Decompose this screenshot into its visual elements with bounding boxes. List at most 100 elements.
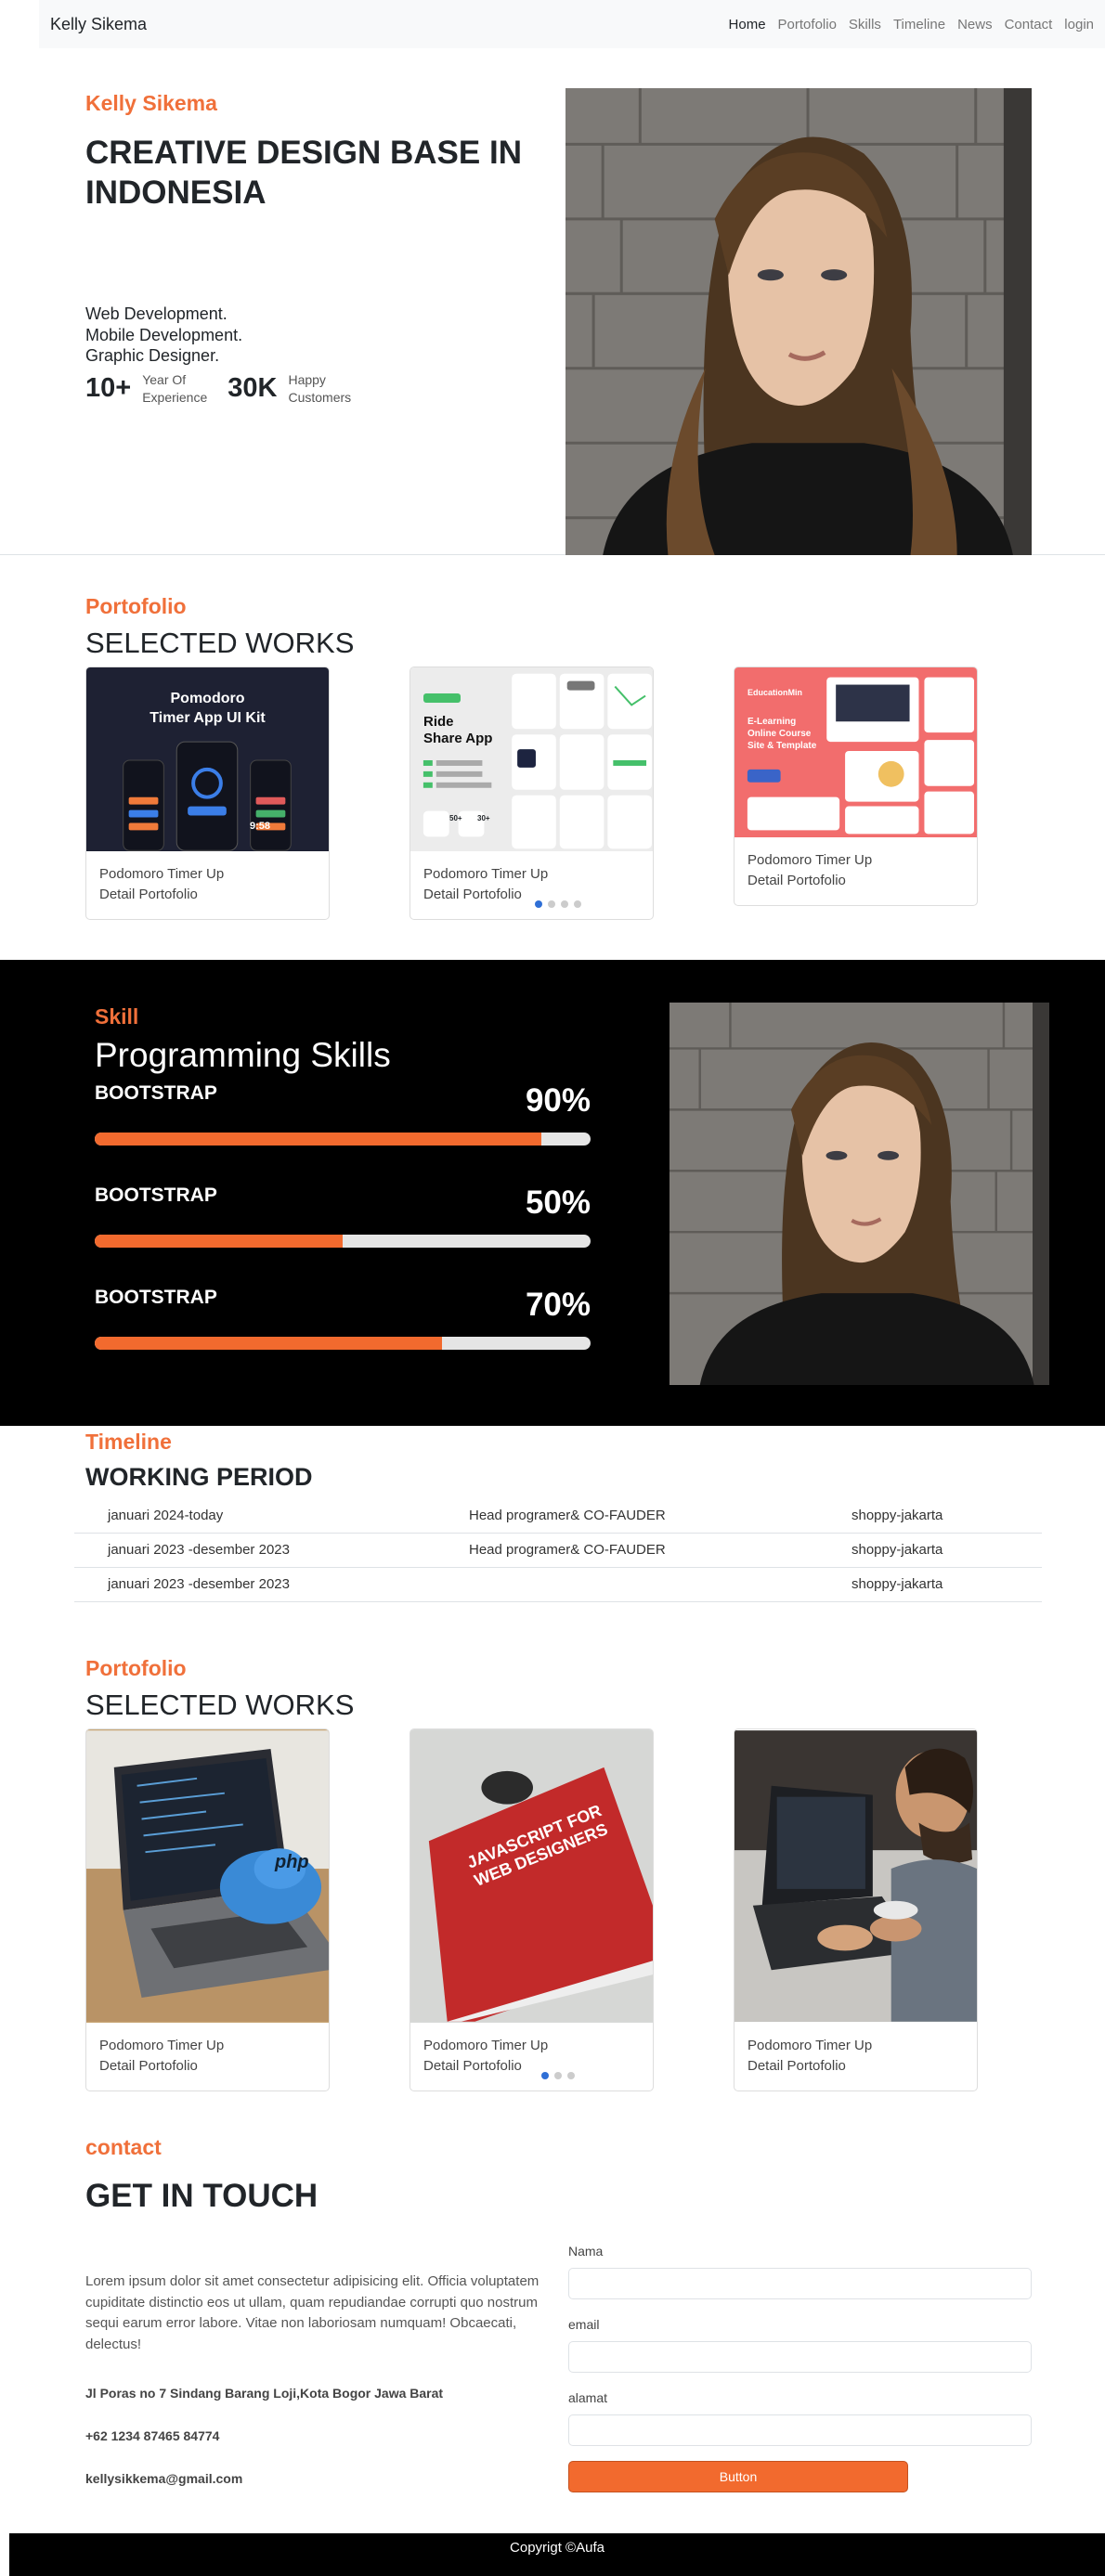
- portfolio-card[interactable]: Pomodoro Timer App UI Kit 9:58 Podomoro …: [85, 667, 330, 920]
- stat-number: 30K: [228, 373, 278, 404]
- hero-description: Web Development. Mobile Development. Gra…: [85, 304, 242, 367]
- portfolio-label: Portofolio: [85, 594, 187, 618]
- footer-copyright: Copyrigt ©Aufa: [510, 2540, 604, 2556]
- contact-phone: +62 1234 87465 84774: [85, 2428, 220, 2443]
- carousel-dot[interactable]: [574, 900, 581, 908]
- skill-name: BOOTSTRAP: [95, 1287, 217, 1308]
- portfolio-title: SELECTED WORKS: [85, 1689, 355, 1721]
- stat-number: 10+: [85, 373, 132, 404]
- skill-progress-fill: [95, 1337, 442, 1350]
- nav-link-home[interactable]: Home: [729, 17, 766, 32]
- hero-stats: 10+ Year Of Experience 30K Happy Customers: [85, 371, 371, 407]
- nav-link-news[interactable]: News: [957, 17, 993, 32]
- table-row: januari 2023 -desember 2023 shoppy-jakar…: [74, 1567, 1042, 1602]
- nav-links: Home Portofolio Skills Timeline News Con…: [729, 17, 1094, 32]
- nav-link-skills[interactable]: Skills: [849, 17, 881, 32]
- carousel-dot[interactable]: [561, 900, 568, 908]
- skill-percent: 70%: [525, 1287, 591, 1323]
- skill-progress-fill: [95, 1133, 541, 1146]
- navbar-brand[interactable]: Kelly Sikema: [50, 15, 147, 34]
- card-image: EducationMin E-Learning Online Course Si…: [734, 667, 977, 837]
- skill-name: BOOTSTRAP: [95, 1082, 217, 1104]
- card-link[interactable]: Detail Portofolio: [99, 885, 316, 905]
- table-cell-role: [469, 1567, 852, 1602]
- carousel-indicators: [541, 2072, 575, 2079]
- table-cell-period: januari 2024-today: [74, 1498, 469, 1534]
- table-cell-company: shoppy-jakarta: [852, 1567, 1042, 1602]
- contact-email: kellysikkema@gmail.com: [85, 2471, 243, 2486]
- portfolio-card[interactable]: Podomoro Timer Up Detail Portofolio: [734, 1728, 978, 2091]
- hero-desc-line: Graphic Designer.: [85, 346, 220, 365]
- email-label: email: [568, 2317, 600, 2332]
- card-body: Podomoro Timer Up Detail Portofolio: [86, 851, 329, 919]
- carousel-dot[interactable]: [535, 900, 542, 908]
- table-cell-period: januari 2023 -desember 2023: [74, 1567, 469, 1602]
- card-body: Podomoro Timer Up Detail Portofolio: [410, 851, 653, 919]
- card-body: Podomoro Timer Up Detail Portofolio: [734, 837, 977, 905]
- card-link[interactable]: Detail Portofolio: [748, 871, 964, 891]
- carousel-dot[interactable]: [567, 2072, 575, 2079]
- nav-link-portofolio[interactable]: Portofolio: [778, 17, 837, 32]
- table-cell-role: Head programer& CO-FAUDER: [469, 1498, 852, 1534]
- portfolio-card[interactable]: EducationMin E-Learning Online Course Si…: [734, 667, 978, 906]
- portfolio-title: SELECTED WORKS: [85, 627, 355, 659]
- card-link[interactable]: Detail Portofolio: [99, 2056, 316, 2077]
- portfolio-label: Portofolio: [85, 1656, 187, 1680]
- card-image: Ride Share App 50+ 30+: [410, 667, 653, 851]
- name-label: Nama: [568, 2244, 604, 2259]
- submit-button[interactable]: Button: [568, 2461, 908, 2492]
- contact-address: Jl Poras no 7 Sindang Barang Loji,Kota B…: [85, 2386, 444, 2401]
- stat-label: Happy Customers: [288, 372, 352, 405]
- card-title: Podomoro Timer Up: [748, 852, 873, 868]
- contact-title: GET IN TOUCH: [85, 2178, 318, 2214]
- card-link[interactable]: Detail Portofolio: [748, 2056, 964, 2077]
- skill-progress-bar: [95, 1235, 591, 1248]
- name-field[interactable]: [568, 2268, 1032, 2299]
- timeline-title: WORKING PERIOD: [85, 1463, 313, 1491]
- nav-link-contact[interactable]: Contact: [1005, 17, 1053, 32]
- hero-name: Kelly Sikema: [85, 91, 217, 115]
- table-row: januari 2024-today Head programer& CO-FA…: [74, 1498, 1042, 1534]
- skills-section: Skill Programming Skills BOOTSTRAP 90% B…: [0, 960, 1105, 1426]
- carousel-dot[interactable]: [541, 2072, 549, 2079]
- skills-title: Programming Skills: [95, 1036, 391, 1074]
- carousel-indicators: [535, 900, 581, 908]
- card-image-js-book: JAVASCRIPT FOR WEB DESIGNERS: [410, 1729, 653, 2023]
- address-label: alamat: [568, 2390, 608, 2405]
- skill-progress-fill: [95, 1235, 343, 1248]
- card-link[interactable]: Detail Portofolio: [423, 885, 640, 905]
- navbar: Kelly Sikema Home Portofolio Skills Time…: [39, 0, 1105, 48]
- stat-label: Year Of Experience: [142, 372, 208, 405]
- card-body: Podomoro Timer Up Detail Portofolio: [86, 2023, 329, 2091]
- footer: Copyrigt ©Aufa: [9, 2533, 1105, 2576]
- card-image: Pomodoro Timer App UI Kit 9:58: [86, 667, 329, 851]
- nav-link-login[interactable]: login: [1064, 17, 1094, 32]
- card-title: Podomoro Timer Up: [423, 2038, 549, 2053]
- skill-name: BOOTSTRAP: [95, 1184, 217, 1206]
- skills-portrait-photo: [670, 1003, 1049, 1385]
- skills-label: Skill: [95, 1004, 139, 1029]
- timeline-label: Timeline: [85, 1430, 172, 1454]
- table-row: januari 2023 -desember 2023 Head program…: [74, 1533, 1042, 1568]
- carousel-dot[interactable]: [548, 900, 555, 908]
- card-image-man-laptop: [734, 1729, 977, 2023]
- carousel-dot[interactable]: [554, 2072, 562, 2079]
- card-image-laptop-php: php: [86, 1729, 329, 2023]
- address-field[interactable]: [568, 2414, 1032, 2446]
- hero-desc-line: Mobile Development.: [85, 325, 243, 344]
- nav-link-timeline[interactable]: Timeline: [893, 17, 945, 32]
- hero-section: Kelly Sikema CREATIVE DESIGN BASE IN IND…: [0, 48, 1105, 555]
- portfolio-card[interactable]: JAVASCRIPT FOR WEB DESIGNERS Podomoro Ti…: [410, 1728, 654, 2091]
- hero-portrait-photo: [566, 88, 1032, 555]
- card-link[interactable]: Detail Portofolio: [423, 2056, 640, 2077]
- card-title: Podomoro Timer Up: [99, 866, 225, 882]
- hero-title: CREATIVE DESIGN BASE IN INDONESIA: [85, 135, 522, 211]
- portfolio-card[interactable]: php Podomoro Timer Up Detail Portofolio: [85, 1728, 330, 2091]
- timeline-table: januari 2024-today Head programer& CO-FA…: [74, 1498, 1042, 1602]
- card-body: Podomoro Timer Up Detail Portofolio: [410, 2023, 653, 2091]
- skill-percent: 50%: [525, 1184, 591, 1221]
- portfolio-card[interactable]: Ride Share App 50+ 30+ Podomoro Timer Up…: [410, 667, 654, 920]
- contact-paragraph: Lorem ipsum dolor sit amet consectetur a…: [85, 2273, 540, 2352]
- email-field[interactable]: [568, 2341, 1032, 2373]
- card-title: Podomoro Timer Up: [748, 2038, 873, 2053]
